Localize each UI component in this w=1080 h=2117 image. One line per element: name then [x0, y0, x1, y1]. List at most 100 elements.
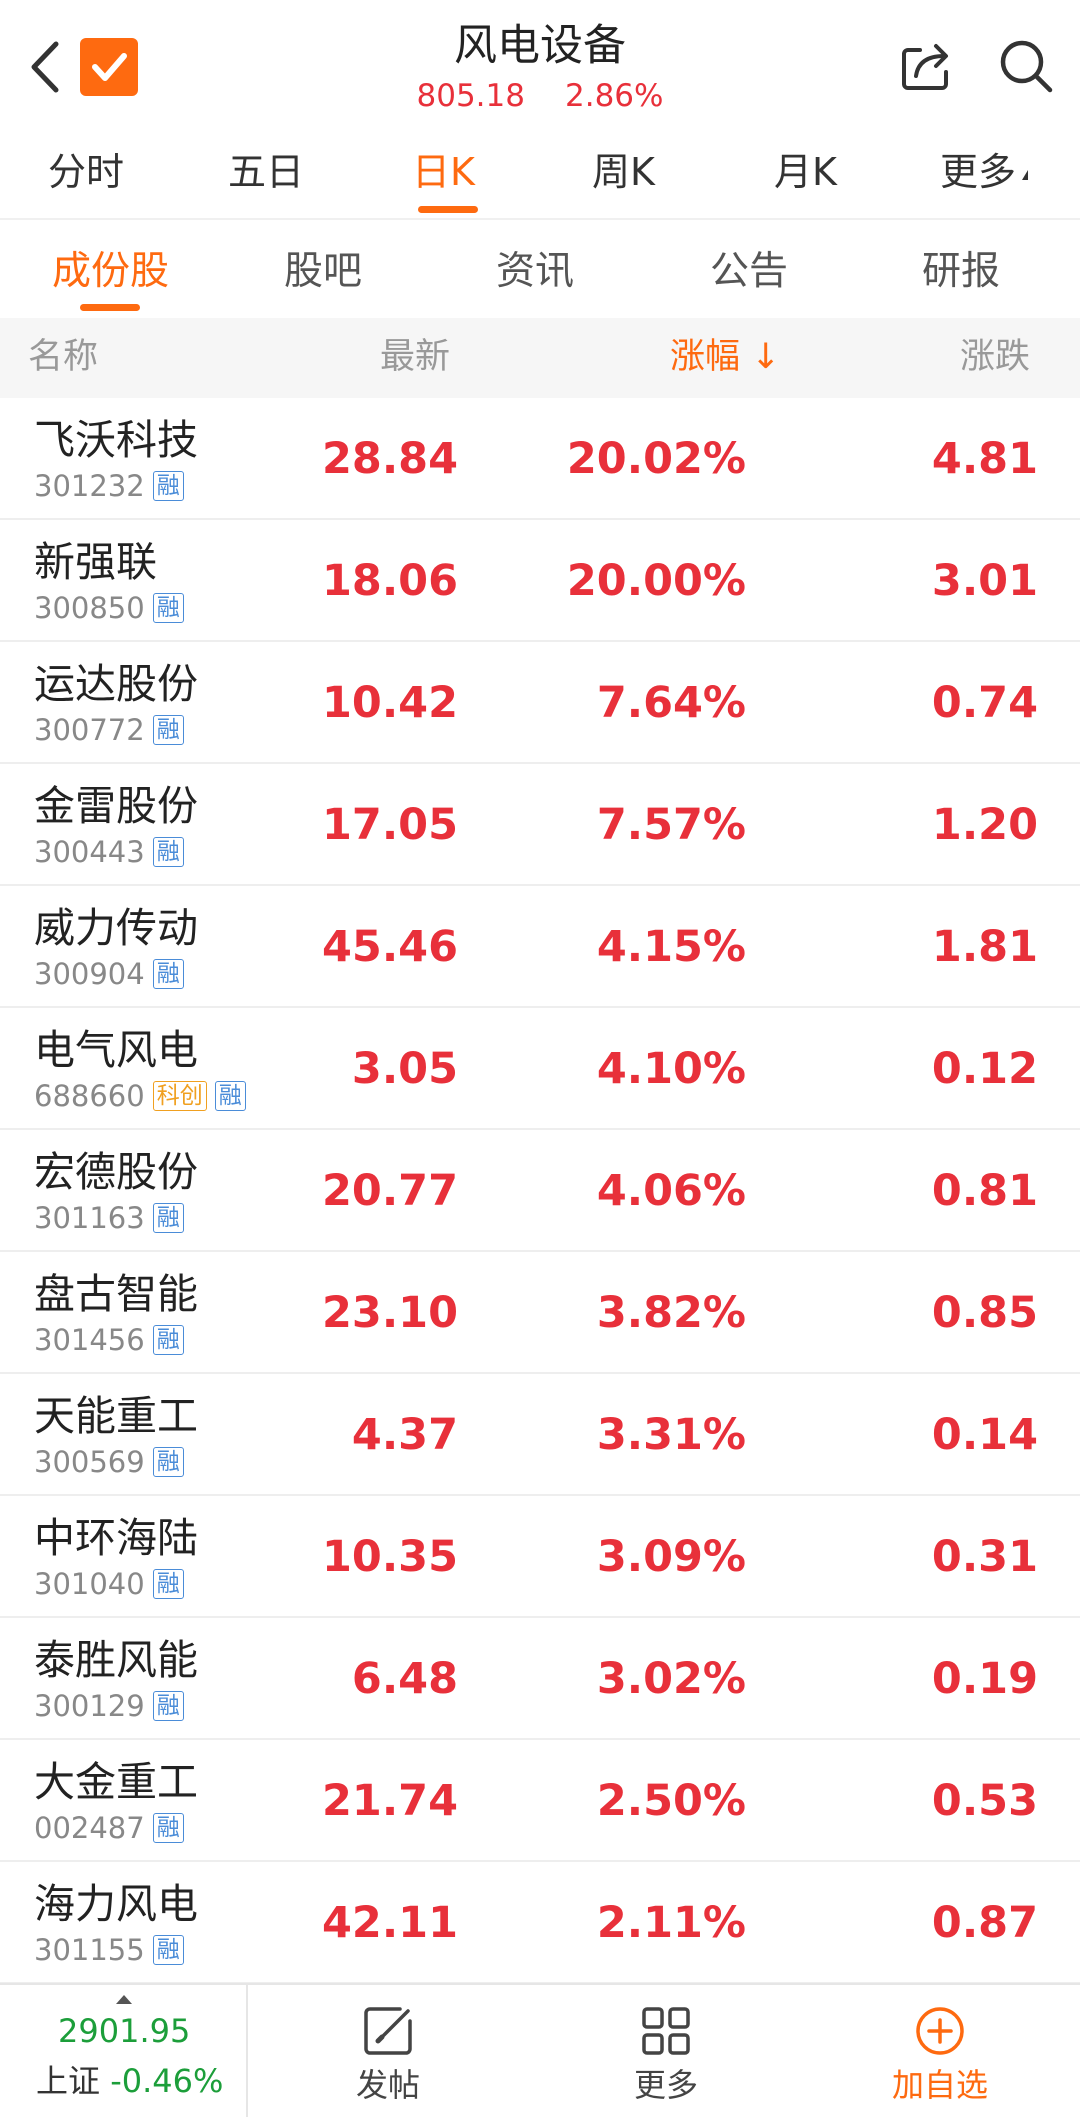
column-latest[interactable]: 最新 — [380, 332, 450, 382]
margin-badge: 融 — [152, 593, 184, 623]
index-ticker-label: 上证 -0.46% — [36, 2059, 223, 2103]
table-row[interactable]: 泰胜风能 300129 融 6.48 3.02% 0.19 — [0, 1618, 1080, 1740]
pct-change: 2.50% — [596, 1776, 746, 1826]
stock-code: 300443 — [34, 835, 145, 869]
table-row[interactable]: 中环海陆 301040 融 10.35 3.09% 0.31 — [0, 1496, 1080, 1618]
stock-name: 电气风电 — [34, 1026, 198, 1074]
bottom-bar: 2901.95 上证 -0.46% 发帖 更多 加自选 — [0, 1983, 1080, 2117]
pct-change: 2.11% — [596, 1898, 746, 1948]
title-block: 风电设备 805.18 2.86% — [340, 18, 740, 116]
margin-badge: 融 — [152, 837, 184, 867]
table-row[interactable]: 盘古智能 301456 融 23.10 3.82% 0.85 — [0, 1252, 1080, 1374]
price-change: 0.31 — [931, 1532, 1038, 1582]
search-icon — [1000, 40, 1053, 93]
more-button[interactable]: 更多 — [566, 1985, 766, 2117]
add-watchlist-button[interactable]: 加自选 — [840, 1985, 1040, 2117]
price-change: 0.74 — [931, 678, 1038, 728]
star-market-badge: 科创 — [152, 1081, 207, 1111]
tab-period-5day[interactable]: 五日 — [228, 144, 304, 200]
margin-badge: 融 — [152, 1569, 184, 1599]
code-line: 301232 融 — [34, 468, 184, 504]
table-row[interactable]: 电气风电 688660 科创 融 3.05 4.10% 0.12 — [0, 1008, 1080, 1130]
stock-name: 中环海陆 — [34, 1514, 198, 1562]
price-change: 0.19 — [931, 1654, 1038, 1704]
post-button[interactable]: 发帖 — [288, 1985, 488, 2117]
tab-period-more[interactable]: 更多 — [940, 144, 1029, 200]
post-label: 发帖 — [355, 2066, 420, 2104]
latest-price: 4.37 — [351, 1410, 458, 1460]
stock-name: 大金重工 — [34, 1758, 198, 1806]
margin-badge: 融 — [214, 1081, 246, 1111]
tab-research[interactable]: 研报 — [922, 244, 1000, 300]
price-change: 0.14 — [931, 1410, 1038, 1460]
code-line: 300569 融 — [34, 1444, 184, 1480]
tab-news[interactable]: 资讯 — [496, 244, 574, 300]
share-button[interactable] — [898, 36, 956, 94]
plus-circle-icon — [916, 2007, 964, 2055]
triangle-icon — [1022, 169, 1029, 180]
pct-change: 4.10% — [596, 1044, 746, 1094]
latest-price: 20.77 — [321, 1166, 458, 1216]
table-row[interactable]: 海力风电 301155 融 42.11 2.11% 0.87 — [0, 1862, 1080, 1984]
tab-period-daily-k[interactable]: 日K — [412, 144, 475, 200]
code-line: 002487 融 — [34, 1810, 184, 1846]
back-arrow-icon — [31, 41, 59, 93]
margin-badge: 融 — [152, 715, 184, 745]
tab-forum[interactable]: 股吧 — [284, 244, 362, 300]
index-ticker[interactable]: 2901.95 上证 -0.46% — [0, 1985, 248, 2117]
edit-icon — [364, 2007, 412, 2055]
table-row[interactable]: 运达股份 300772 融 10.42 7.64% 0.74 — [0, 642, 1080, 764]
tab-period-intraday[interactable]: 分时 — [48, 144, 124, 200]
back-button[interactable] — [26, 38, 66, 96]
stock-code: 002487 — [34, 1811, 145, 1845]
stock-list: 飞沃科技 301232 融 28.84 20.02% 4.81 新强联 3008… — [0, 398, 1080, 1984]
latest-price: 28.84 — [321, 434, 458, 484]
stock-name: 威力传动 — [34, 904, 198, 952]
stock-name: 泰胜风能 — [34, 1636, 198, 1684]
stock-code: 301163 — [34, 1201, 145, 1235]
code-line: 301040 融 — [34, 1566, 184, 1602]
table-row[interactable]: 飞沃科技 301232 融 28.84 20.02% 4.81 — [0, 398, 1080, 520]
table-row[interactable]: 宏德股份 301163 融 20.77 4.06% 0.81 — [0, 1130, 1080, 1252]
latest-price: 6.48 — [351, 1654, 458, 1704]
search-button[interactable] — [996, 36, 1056, 96]
table-row[interactable]: 新强联 300850 融 18.06 20.00% 3.01 — [0, 520, 1080, 642]
price-change: 1.20 — [931, 800, 1038, 850]
tab-constituents[interactable]: 成份股 — [52, 244, 169, 300]
code-line: 300772 融 — [34, 712, 184, 748]
index-quote: 805.18 2.86% — [340, 76, 740, 116]
column-name[interactable]: 名称 — [28, 332, 98, 382]
active-tab-indicator — [418, 206, 478, 213]
latest-price: 45.46 — [321, 922, 458, 972]
pct-change: 4.06% — [596, 1166, 746, 1216]
code-line: 300129 融 — [34, 1688, 184, 1724]
stock-code: 300569 — [34, 1445, 145, 1479]
pct-change: 20.00% — [566, 556, 746, 606]
expand-up-icon — [116, 1995, 132, 2004]
watchlist-checkbox[interactable] — [80, 38, 138, 96]
index-ticker-name: 上证 — [36, 2062, 101, 2100]
tab-announcements[interactable]: 公告 — [710, 244, 788, 300]
code-line: 300850 融 — [34, 590, 184, 626]
table-row[interactable]: 金雷股份 300443 融 17.05 7.57% 1.20 — [0, 764, 1080, 886]
stock-code: 301456 — [34, 1323, 145, 1357]
code-line: 301155 融 — [34, 1932, 184, 1968]
stock-code: 301040 — [34, 1567, 145, 1601]
latest-price: 3.05 — [351, 1044, 458, 1094]
price-change: 0.87 — [931, 1898, 1038, 1948]
tab-period-monthly-k[interactable]: 月K — [774, 144, 837, 200]
code-line: 300443 融 — [34, 834, 184, 870]
column-pct-change[interactable]: 涨幅 ↓ — [670, 332, 780, 382]
stock-name: 飞沃科技 — [34, 416, 198, 464]
table-row[interactable]: 威力传动 300904 融 45.46 4.15% 1.81 — [0, 886, 1080, 1008]
pct-change: 3.02% — [596, 1654, 746, 1704]
price-change: 0.53 — [931, 1776, 1038, 1826]
tab-period-weekly-k[interactable]: 周K — [592, 144, 655, 200]
stock-name: 运达股份 — [34, 660, 198, 708]
table-row[interactable]: 大金重工 002487 融 21.74 2.50% 0.53 — [0, 1740, 1080, 1862]
column-change[interactable]: 涨跌 — [960, 332, 1030, 382]
code-line: 301456 融 — [34, 1322, 184, 1358]
stock-name: 天能重工 — [34, 1392, 198, 1440]
table-row[interactable]: 天能重工 300569 融 4.37 3.31% 0.14 — [0, 1374, 1080, 1496]
stock-code: 300904 — [34, 957, 145, 991]
